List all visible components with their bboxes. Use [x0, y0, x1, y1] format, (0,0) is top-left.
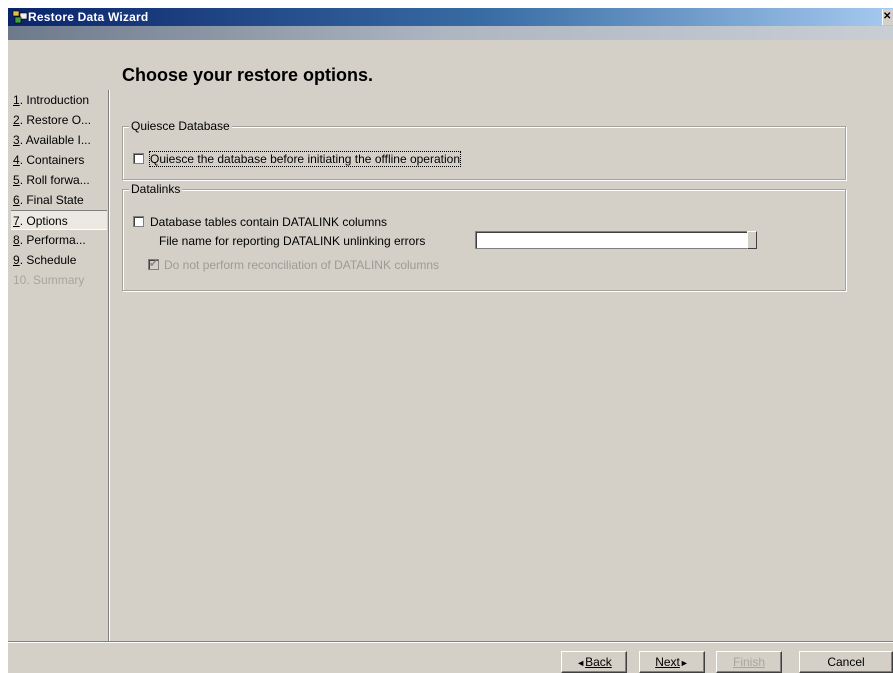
step-performance[interactable]: 8. Performa...	[11, 230, 107, 250]
step-number: 2	[13, 113, 20, 127]
step-number: 3	[13, 133, 20, 147]
step-label: . Options	[19, 214, 68, 228]
finish-button: Finish	[716, 651, 782, 673]
step-schedule[interactable]: 9. Schedule	[11, 250, 107, 270]
step-restore-options[interactable]: 2. Restore O...	[11, 110, 107, 130]
datalink-columns-label[interactable]: Database tables contain DATALINK columns	[150, 215, 387, 229]
step-number: 10	[13, 273, 27, 287]
window-title: Restore Data Wizard	[28, 10, 149, 24]
step-label: . Restore O...	[19, 113, 92, 127]
step-label: . Performa...	[19, 233, 86, 247]
step-navigation: 1. Introduction 2. Restore O... 3. Avail…	[9, 90, 109, 642]
browse-button[interactable]	[747, 231, 757, 249]
wizard-window: Restore Data Wizard ✕ 1. Introduction 2.…	[8, 8, 893, 673]
step-number: 5	[13, 173, 20, 187]
button-bar-divider	[8, 641, 893, 643]
no-reconciliation-checkbox: ✔	[148, 258, 159, 270]
page-title: Choose your restore options.	[122, 65, 374, 85]
error-file-label: File name for reporting DATALINK unlinki…	[159, 234, 426, 248]
step-label: . Introduction	[19, 93, 90, 107]
cancel-button[interactable]: Cancel	[799, 651, 893, 673]
step-label: . Schedule	[19, 253, 77, 267]
step-number: 4	[13, 153, 20, 167]
title-bar[interactable]: Restore Data Wizard ✕	[8, 8, 893, 26]
close-icon: ✕	[883, 11, 892, 22]
step-label: . Roll forwa...	[19, 173, 90, 187]
next-arrow-icon: ►	[679, 658, 689, 668]
step-label: . Containers	[19, 153, 85, 167]
step-number: 9	[13, 253, 20, 267]
step-summary: 10. Summary	[11, 270, 107, 290]
back-button[interactable]: ◄Back	[561, 651, 627, 673]
step-number: 1	[13, 93, 20, 107]
step-options[interactable]: 7. Options	[11, 210, 107, 230]
close-button[interactable]: ✕	[882, 9, 893, 25]
no-reconciliation-label: Do not perform reconciliation of DATALIN…	[164, 258, 439, 272]
step-available-images[interactable]: 3. Available I...	[11, 130, 107, 150]
step-introduction[interactable]: 1. Introduction	[11, 90, 107, 110]
checkmark-icon: ✔	[149, 258, 159, 270]
step-roll-forward[interactable]: 5. Roll forwa...	[11, 170, 107, 190]
datalink-columns-checkbox[interactable]	[133, 216, 144, 227]
step-final-state[interactable]: 6. Final State	[11, 190, 107, 210]
step-label: . Available I...	[19, 133, 91, 147]
back-arrow-icon: ◄	[576, 658, 586, 668]
step-label: . Final State	[19, 193, 84, 207]
step-number: 8	[13, 233, 20, 247]
quiesce-checkbox[interactable]	[133, 153, 144, 164]
step-number: 6	[13, 193, 20, 207]
quiesce-checkbox-label[interactable]: Quiesce the database before initiating t…	[149, 151, 461, 167]
wizard-app-icon	[12, 10, 28, 24]
step-number: 7	[13, 214, 20, 228]
error-file-input[interactable]	[475, 231, 753, 249]
menu-band	[8, 26, 893, 40]
next-button-label: Next	[655, 655, 680, 669]
group-legend: Datalinks	[129, 182, 183, 196]
next-button[interactable]: Next►	[639, 651, 705, 673]
cancel-button-label: Cancel	[827, 655, 865, 669]
step-label: . Summary	[26, 273, 85, 287]
group-legend: Quiesce Database	[129, 119, 232, 133]
step-containers[interactable]: 4. Containers	[11, 150, 107, 170]
back-button-label: Back	[585, 655, 612, 669]
finish-button-label: Finish	[732, 655, 765, 669]
